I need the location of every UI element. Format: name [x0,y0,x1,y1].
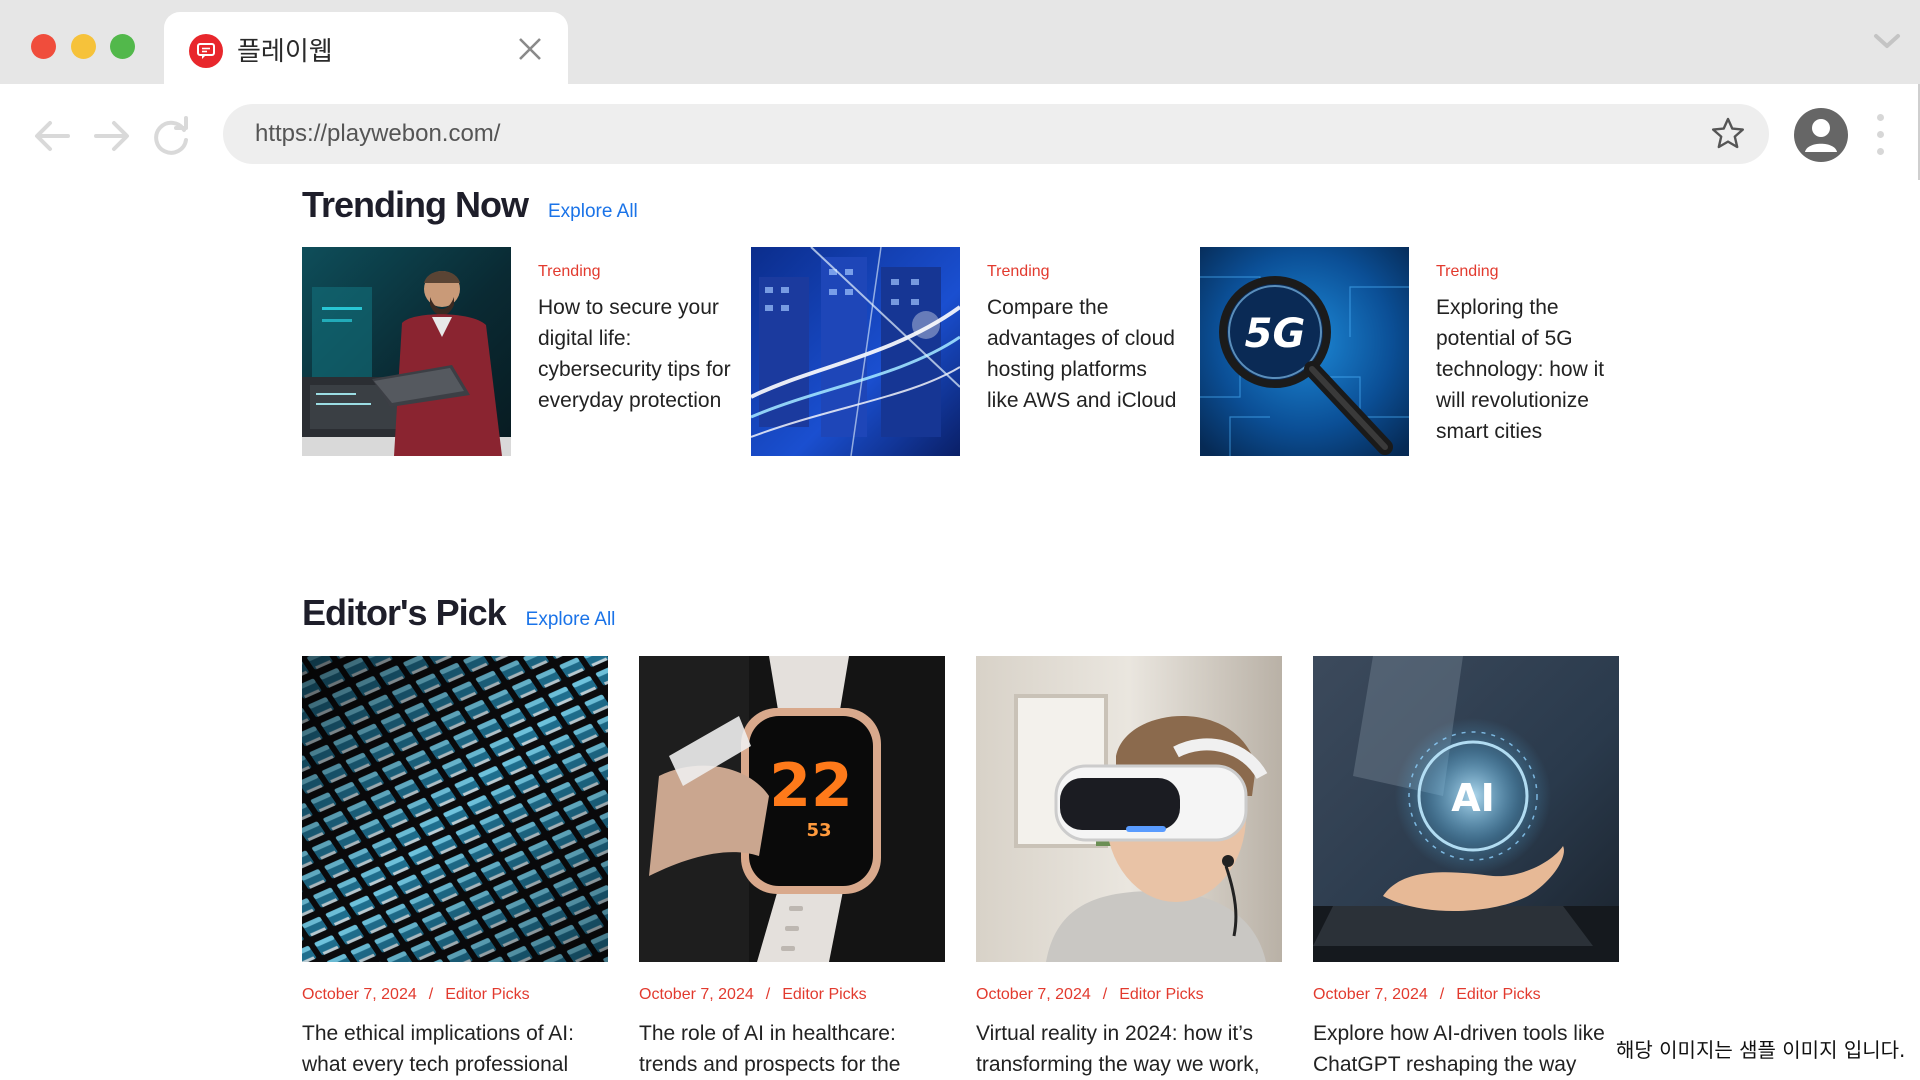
trending-category[interactable]: Trending [538,263,601,281]
five-g-label: 5G [1245,311,1306,357]
editor-pick-category[interactable]: Editor Picks [1456,986,1540,1003]
star-icon[interactable] [1709,115,1747,153]
tab-bar: 플레이웹 [0,0,1920,84]
editor-pick-meta: October 7, 2024 / Editor Picks [976,986,1282,1004]
editor-pick-title[interactable]: The role of AI in healthcare: trends and… [639,1018,959,1080]
editor-pick-date[interactable]: October 7, 2024 [976,986,1091,1003]
meta-separator: / [1439,986,1445,1003]
address-bar[interactable]: https://playwebon.com/ [223,104,1769,164]
editor-pick-image-ai[interactable]: AI [1313,656,1619,962]
close-icon[interactable] [516,35,544,63]
editor-pick-category[interactable]: Editor Picks [445,986,529,1003]
editor-pick-title[interactable]: The ethical implications of AI: what eve… [302,1018,622,1080]
chat-bubble-icon [189,34,223,68]
url-text[interactable]: https://playwebon.com/ [255,120,500,148]
editor-pick-date[interactable]: October 7, 2024 [302,986,417,1003]
explore-all-editors-pick-link[interactable]: Explore All [526,609,616,631]
explore-all-trending-link[interactable]: Explore All [548,201,638,223]
editor-pick-card[interactable]: October 7, 2024/Editor Picks The ethical… [302,656,608,1080]
trending-card[interactable]: 5G Trending Exploring the potential of 5… [1200,247,1630,462]
chevron-down-icon[interactable] [1872,30,1902,52]
editor-pick-meta: October 7, 2024 / Editor Picks [639,986,945,1004]
window-maximize-button[interactable] [110,34,135,59]
tab-title: 플레이웹 [237,37,333,67]
editor-pick-category[interactable]: Editor Picks [782,986,866,1003]
browser-tab[interactable]: 플레이웹 [164,12,568,84]
trending-title[interactable]: How to secure your digital life: cyberse… [538,292,734,416]
trending-header: Trending Now Explore All [302,184,638,226]
browser-toolbar: https://playwebon.com/ [0,84,1920,184]
meta-separator: / [765,986,771,1003]
editor-pick-title[interactable]: Virtual reality in 2024: how it’s transf… [976,1018,1296,1080]
editor-pick-meta: October 7, 2024 / Editor Picks [302,986,608,1004]
watch-main-number: 22 [769,751,853,821]
sample-image-note: 해당 이미지는 샘플 이미지 입니다. [1614,1034,1908,1063]
editor-pick-meta: October 7, 2024 / Editor Picks [1313,986,1619,1004]
editor-pick-card[interactable]: AI October 7, 2024/Editor Picks Explore … [1313,656,1619,1080]
ai-label: AI [1451,776,1495,820]
window-minimize-button[interactable] [71,34,96,59]
editor-pick-image-smartwatch[interactable]: 22 53 [639,656,945,962]
section-title-editors-pick: Editor's Pick [302,592,507,633]
arrow-right-icon[interactable] [90,114,134,158]
trending-image-5g[interactable]: 5G [1200,247,1409,456]
editor-pick-card[interactable]: 22 53 October 7, 2024/Editor Picks The r… [639,656,945,1080]
window-close-button[interactable] [31,34,56,59]
editor-pick-category[interactable]: Editor Picks [1119,986,1203,1003]
trending-category[interactable]: Trending [1436,263,1499,281]
editor-pick-date[interactable]: October 7, 2024 [639,986,754,1003]
trending-image-cloud[interactable] [751,247,960,456]
user-icon[interactable] [1794,108,1848,162]
editors-pick-header: Editor's Pick Explore All [302,592,615,634]
trending-card[interactable]: Trending How to secure your digital life… [302,247,732,462]
trending-card[interactable]: Trending Compare the advantages of cloud… [751,247,1181,462]
reload-icon[interactable] [150,114,194,158]
kebab-menu-icon[interactable] [1872,114,1888,158]
trending-category[interactable]: Trending [987,263,1050,281]
meta-separator: / [1102,986,1108,1003]
arrow-left-icon[interactable] [30,114,74,158]
editor-pick-date[interactable]: October 7, 2024 [1313,986,1428,1003]
editor-pick-card[interactable]: October 7, 2024/Editor Picks Virtual rea… [976,656,1282,1080]
watch-sub-number: 53 [806,820,831,841]
editor-pick-image-keyboard[interactable] [302,656,608,962]
editor-pick-image-vr[interactable] [976,656,1282,962]
editor-pick-title[interactable]: Explore how AI-driven tools like ChatGPT… [1313,1018,1633,1080]
trending-title[interactable]: Exploring the potential of 5G technology… [1436,292,1632,447]
trending-image-cybersecurity[interactable] [302,247,511,456]
meta-separator: / [428,986,434,1003]
section-title-trending: Trending Now [302,184,529,225]
trending-title[interactable]: Compare the advantages of cloud hosting … [987,292,1183,416]
